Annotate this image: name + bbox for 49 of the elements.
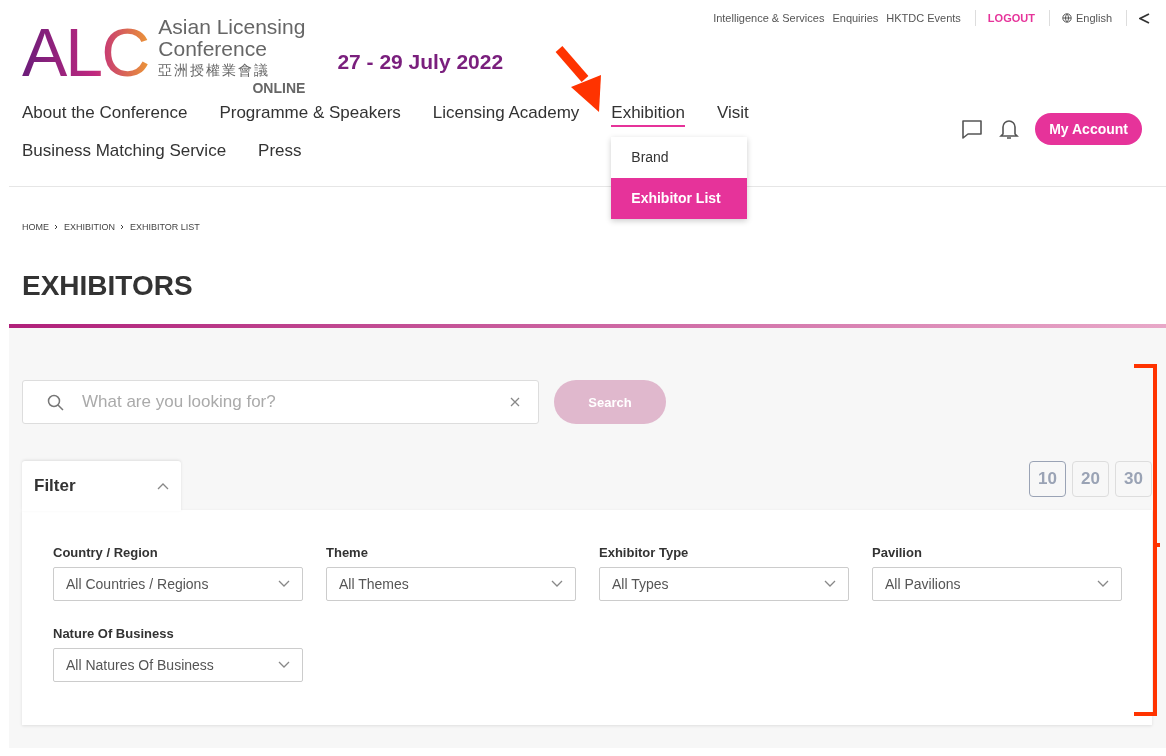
- filter-label: Country / Region: [53, 545, 159, 560]
- logo-edition: ONLINE: [252, 80, 306, 96]
- chevron-icon: [120, 222, 125, 232]
- nav-item[interactable]: Press: [258, 141, 302, 165]
- chat-icon[interactable]: [961, 118, 984, 140]
- page-title: EXHIBITORS: [22, 270, 194, 302]
- chevron-icon: [278, 661, 290, 669]
- share-icon[interactable]: [1139, 12, 1150, 24]
- clear-icon[interactable]: [510, 397, 520, 407]
- nav-item[interactable]: Exhibition: [611, 103, 685, 127]
- logout-link[interactable]: LOGOUT: [987, 12, 1035, 24]
- logo-name: Asian Licensing: [158, 16, 306, 38]
- chevron-icon: [278, 580, 290, 588]
- bell-icon[interactable]: [999, 118, 1020, 140]
- language-link[interactable]: English: [1061, 12, 1112, 24]
- breadcrumb-link[interactable]: HOME: [22, 222, 49, 232]
- utility-link[interactable]: Enquiries: [832, 12, 879, 24]
- nav-item[interactable]: About the Conference: [22, 103, 188, 127]
- nav-item[interactable]: Business Matching Service: [22, 141, 227, 165]
- breadcrumb-link[interactable]: EXHIBITOR LIST: [130, 222, 200, 232]
- chevron-icon: [824, 580, 836, 588]
- logo-name: Conference: [158, 38, 267, 60]
- filter-tab[interactable]: Filter: [22, 461, 181, 511]
- filter-title: Filter: [34, 476, 76, 496]
- filter-select[interactable]: All Themes: [326, 567, 576, 601]
- filter-select[interactable]: All Natures Of Business: [53, 648, 303, 682]
- nav-item[interactable]: Visit: [717, 103, 749, 127]
- filter-select[interactable]: All Countries / Regions: [53, 567, 303, 601]
- filter-label: Theme: [326, 545, 369, 560]
- search-icon: [47, 393, 64, 411]
- filter-label: Pavilion: [872, 545, 923, 560]
- my-account-button[interactable]: My Account: [1035, 113, 1142, 145]
- logo-chinese-name: 亞洲授權業會議: [158, 61, 272, 80]
- filter-label: Exhibitor Type: [599, 545, 690, 560]
- breadcrumb-link[interactable]: EXHIBITION: [64, 222, 115, 232]
- filter-select[interactable]: All Types: [599, 567, 849, 601]
- nav-item[interactable]: Licensing Academy: [432, 103, 580, 127]
- filter-label: Nature Of Business: [53, 626, 175, 641]
- globe-icon: [1061, 13, 1072, 23]
- utility-link[interactable]: HKTDC Events: [886, 12, 961, 24]
- filter-select[interactable]: All Pavilions: [872, 567, 1122, 601]
- menu-item[interactable]: Brand: [611, 137, 748, 178]
- nav-item[interactable]: Programme & Speakers: [219, 103, 401, 127]
- chevron-icon: [54, 222, 59, 232]
- chevron-icon: [1097, 580, 1109, 588]
- utility-link[interactable]: Intelligence & Services: [713, 12, 825, 24]
- chevron-icon: [551, 580, 563, 588]
- menu-item[interactable]: Exhibitor List: [611, 178, 748, 219]
- event-date: 27 - 29 July 2022: [337, 50, 504, 74]
